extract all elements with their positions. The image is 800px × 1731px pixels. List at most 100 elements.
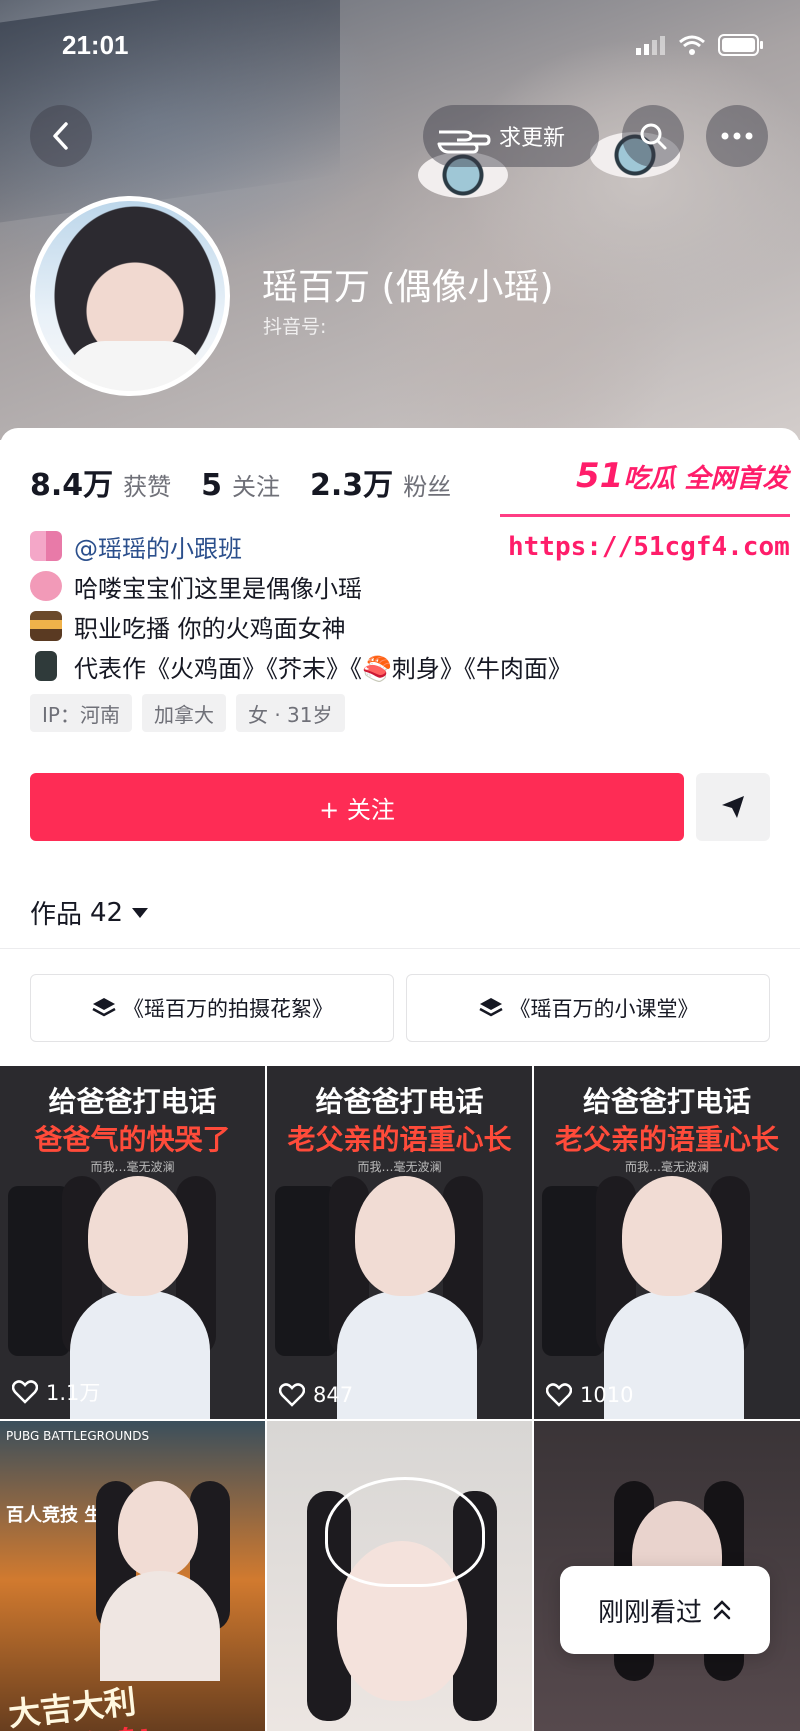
bio-link[interactable]: @瑶瑶的小跟班 (74, 529, 242, 564)
video-2-title: 给爸爸打电话 (315, 1085, 484, 1118)
video-1-likes: 1.1万 (12, 1377, 100, 1407)
ribbon-emoji-icon (30, 571, 62, 601)
section-divider (0, 948, 800, 949)
stat-followers[interactable]: 2.3万 粉丝 (310, 460, 451, 504)
douyin-id-label: 抖音号: (263, 316, 327, 338)
status-bar: 21:01 (0, 0, 800, 96)
video-3-caption: 而我…毫无波澜 (624, 1160, 709, 1174)
video-2-phone (275, 1186, 337, 1356)
video-2-face (355, 1176, 455, 1296)
avatar-shirt (65, 341, 205, 391)
bio-line-2: 职业吃播 你的火鸡面女神 (30, 606, 630, 646)
video-3-face (622, 1176, 722, 1296)
follow-button[interactable]: + 关注 (30, 773, 684, 841)
send-icon (722, 796, 744, 818)
watermark-brand-text: 吃瓜 全网首发 (623, 464, 789, 494)
recently-viewed-button[interactable]: 刚刚看过 (560, 1566, 770, 1654)
watermark-brand: 51吃瓜 全网首发 (576, 456, 788, 496)
battery-icon (718, 34, 763, 56)
bio-line-3: 代表作《火鸡面》《芥末》《🍣刺身》《牛肉面》 (30, 646, 630, 686)
heart-icon (546, 1383, 572, 1407)
video-2-likes: 847 (279, 1383, 353, 1407)
stat-following[interactable]: 5 关注 (201, 467, 280, 503)
phone-emoji-icon (35, 651, 57, 681)
video-thumb-5[interactable] (267, 1421, 532, 1731)
video-2-body (337, 1291, 477, 1419)
signal-icon (636, 36, 665, 55)
bio-text-2: 职业吃播 你的火鸡面女神 (74, 614, 346, 643)
stat-likes-label: 获赞 (123, 473, 172, 501)
video-1-caption: 而我…毫无波澜 (90, 1160, 175, 1174)
video-2-subtitle: 老父亲的语重心长 (287, 1123, 512, 1156)
works-label: 作品 (30, 900, 83, 930)
wifi-icon (679, 35, 705, 55)
bento-emoji-icon (30, 611, 62, 641)
search-button[interactable] (622, 105, 684, 167)
video-2-like-count: 847 (313, 1383, 354, 1407)
bio-link-line: @瑶瑶的小跟班 (30, 526, 630, 566)
bio: @瑶瑶的小跟班 哈喽宝宝们这里是偶像小瑶 职业吃播 你的火鸡面女神 代表作《火鸡… (30, 526, 630, 686)
stat-followers-value: 2.3万 (310, 468, 394, 503)
watermark-line (500, 514, 790, 517)
heart-icon (12, 1380, 38, 1404)
video-2-caption: 而我…毫无波澜 (357, 1160, 442, 1174)
works-header[interactable]: 作品 42 (30, 894, 149, 931)
collection-classroom[interactable]: 《瑶百万的小课堂》 (406, 974, 770, 1042)
request-update-label: 求更新 (499, 126, 566, 151)
collection-behind-the-scenes[interactable]: 《瑶百万的拍摄花絮》 (30, 974, 394, 1042)
video-1-subtitle: 爸爸气的快哭了 (34, 1123, 231, 1156)
video-3-likes: 1010 (546, 1383, 633, 1407)
video-1-like-count: 1.1万 (46, 1381, 101, 1405)
profile-nickname: 瑶百万 (偶像小瑶) (262, 267, 554, 308)
video-thumb-3[interactable]: 给爸爸打电话 老父亲的语重心长 而我…毫无波澜 1010 (534, 1066, 800, 1419)
more-dots-icon (721, 132, 753, 140)
stat-following-label: 关注 (232, 473, 281, 501)
collection-label-2: 《瑶百万的小课堂》 (509, 997, 699, 1021)
video-4-logo: PUBG BATTLEGROUNDS (6, 1429, 150, 1443)
tag-ip: IP：河南 (30, 694, 132, 732)
video-1-face (88, 1176, 188, 1296)
profile-tags: IP：河南 加拿大 女 · 31岁 (30, 694, 345, 732)
bio-line-1: 哈喽宝宝们这里是偶像小瑶 (30, 566, 630, 606)
avatar[interactable] (30, 196, 230, 396)
collections: 《瑶百万的拍摄花絮》 《瑶百万的小课堂》 (30, 974, 770, 1042)
stat-following-value: 5 (201, 468, 223, 503)
search-icon (640, 123, 667, 150)
collection-label-1: 《瑶百万的拍摄花絮》 (123, 997, 333, 1021)
recently-viewed-label: 刚刚看过 (597, 1597, 702, 1628)
video-3-like-count: 1010 (580, 1383, 634, 1407)
layers-icon (92, 998, 116, 1017)
status-time: 21:01 (62, 30, 129, 60)
stat-likes: 8.4万 获赞 (30, 460, 171, 504)
tag-location: 加拿大 (141, 694, 226, 732)
back-button[interactable] (30, 105, 92, 167)
stats-row: 8.4万 获赞 5 关注 2.3万 粉丝 (30, 460, 481, 504)
status-icons (636, 34, 764, 56)
video-thumb-2[interactable]: 给爸爸打电话 老父亲的语重心长 而我…毫无波澜 847 (267, 1066, 532, 1419)
video-4-face (118, 1481, 198, 1577)
couple-emoji-icon (30, 531, 62, 561)
bio-text-3: 代表作《火鸡面》《芥末》《🍣刺身》《牛肉面》 (74, 654, 572, 683)
stat-followers-label: 粉丝 (403, 473, 452, 501)
stat-likes-value: 8.4万 (30, 468, 114, 503)
video-thumb-4[interactable]: PUBG BATTLEGROUNDS 百人竞技 生存为王 大吉大利 今晚吃鸡! (0, 1421, 265, 1731)
chevron-left-icon (53, 122, 68, 150)
heart-icon (279, 1383, 305, 1407)
video-3-phone (542, 1186, 604, 1356)
video-1-phone (8, 1186, 70, 1356)
watermark-brand-number: 51 (576, 456, 624, 496)
works-count: 42 (90, 897, 124, 928)
video-3-subtitle: 老父亲的语重心长 (554, 1123, 779, 1156)
double-chevron-up-icon (713, 1600, 731, 1620)
caret-down-icon (132, 907, 149, 918)
video-1-title: 给爸爸打电话 (48, 1085, 217, 1118)
request-update-button[interactable]: 求更新 (423, 105, 599, 167)
video-5-cat-filter (325, 1477, 485, 1587)
more-button[interactable] (706, 105, 768, 167)
video-3-title: 给爸爸打电话 (582, 1085, 751, 1118)
video-4-body (100, 1571, 220, 1681)
pointing-hand-icon (437, 130, 491, 154)
layers-icon (478, 998, 503, 1017)
share-button[interactable] (696, 773, 770, 841)
video-thumb-1[interactable]: 给爸爸打电话 爸爸气的快哭了 而我…毫无波澜 1.1万 (0, 1066, 265, 1419)
